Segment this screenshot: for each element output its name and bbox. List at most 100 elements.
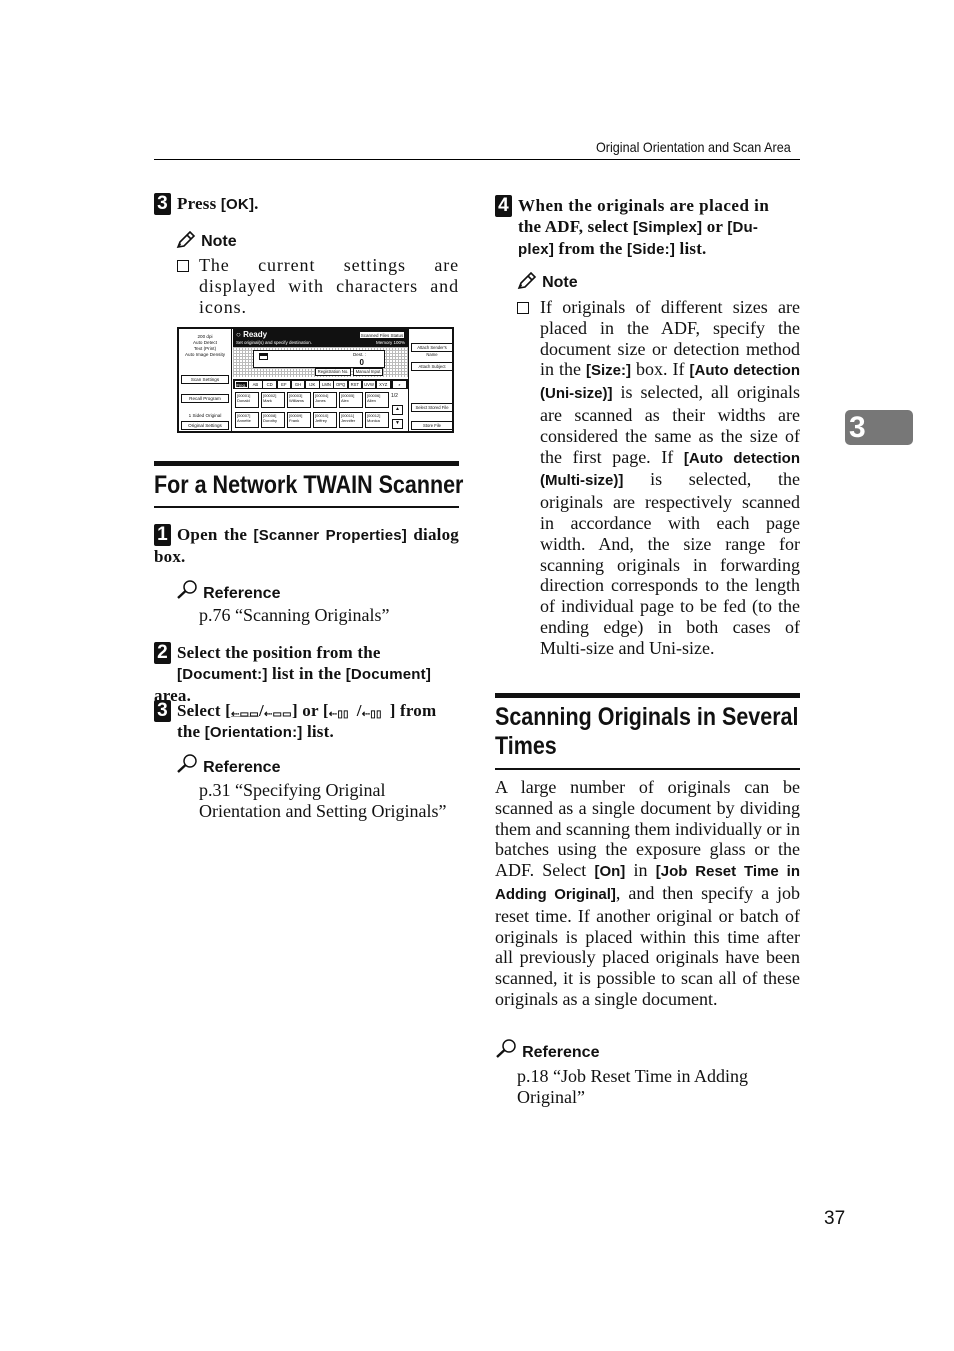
recall-program-button[interactable]: Recall Program [181, 394, 229, 403]
step-select-side: 4 When the originals are placed in the A… [495, 195, 800, 260]
destination-key[interactable]: [00005] Alex [339, 392, 363, 408]
screen-message: Set original(s) and specify destination. [236, 340, 313, 345]
scroll-up-button[interactable]: ▲ [392, 405, 403, 415]
text-run: in [625, 860, 656, 881]
text-run: list in the [267, 664, 346, 683]
magnifier-icon [495, 1039, 517, 1063]
note-heading: Note [517, 271, 578, 294]
destination-key[interactable]: [00007] Annette [235, 412, 259, 428]
registration-no-button[interactable]: Registration No. [315, 368, 351, 376]
simplex-keyword: [Simplex] [632, 219, 703, 236]
reference-heading: Reference [176, 580, 280, 604]
duplex-keyword: plex] [518, 241, 555, 258]
destination-key[interactable]: [00010] Jeffrey [313, 412, 337, 428]
orientation-portrait-icon: ⇠▭▭ [231, 704, 260, 720]
destination-name: Alex [341, 398, 349, 403]
note-label: Note [542, 274, 578, 291]
index-tab[interactable]: LMN [320, 380, 333, 388]
keyword: [On] [594, 863, 626, 881]
index-tab[interactable]: EF [277, 380, 291, 388]
destination-name: Frank [289, 418, 300, 423]
section-rule-top [495, 693, 800, 698]
step-text: list. [302, 722, 334, 741]
destination-name: Dorothy [263, 418, 278, 423]
pencil-icon [517, 271, 537, 294]
reference-label: Reference [203, 759, 281, 776]
destination-name: Jones [315, 398, 326, 403]
destination-key[interactable]: [00006] Allen [365, 392, 389, 408]
page-number: 37 [824, 1208, 846, 1229]
store-file-button[interactable]: Store File [411, 421, 453, 430]
step-text: from the [554, 239, 627, 258]
attach-subject-button[interactable]: Attach Subject [411, 362, 453, 371]
step-text: When the originals are placed in [518, 196, 770, 215]
scan-settings-button[interactable]: Scan Settings [181, 375, 229, 384]
index-tab[interactable]: OPQ [334, 380, 347, 388]
chapter-tab: 3 [845, 410, 913, 445]
step-text: from [395, 701, 437, 720]
memory-indicator: Memory 100% [375, 340, 405, 345]
note-heading: Note [176, 230, 237, 253]
index-tab[interactable]: CD [263, 380, 276, 388]
destination-key[interactable]: [00002] Mark [261, 392, 285, 408]
reference-link[interactable]: p.31 “Specifying Original Orientation an… [199, 780, 457, 822]
keyword: [OK] [220, 196, 255, 213]
destination-name: Mark [263, 398, 272, 403]
step-select-orientation: 3 Select [⇠▭▭/⇠▭▭] or [⇠▯▯/⇠▯▯] from the… [154, 700, 459, 743]
checkbox-icon [177, 260, 189, 272]
step-text: the ADF, select [518, 217, 633, 236]
index-tab[interactable]: UVW [362, 380, 376, 388]
index-tab[interactable]: Freq. [235, 380, 248, 388]
orientation-landscape-icon: ⇠▯▯ [328, 709, 349, 720]
note-text: If originals of different sizes are plac… [540, 297, 800, 659]
attach-sender-button[interactable]: Attach Sender's Name [411, 343, 453, 357]
index-tab[interactable]: RST [348, 380, 362, 388]
step-text: Press [OK]. [177, 194, 259, 213]
reference-link[interactable]: p.76 “Scanning Originals” [199, 605, 389, 626]
reference-label: Reference [203, 585, 281, 602]
step-number: 3 [154, 700, 171, 722]
step-number: 2 [154, 642, 171, 664]
section-rule-bottom [495, 768, 800, 770]
search-destination-icon[interactable]: ⌕ [393, 380, 406, 388]
reference-link[interactable]: p.18 “Job Reset Time in Adding Original” [517, 1066, 800, 1108]
running-header: Original Orientation and Scan Area [596, 139, 791, 155]
manual-input-button[interactable]: Manual Input [353, 368, 383, 376]
orientation-keyword: [Orientation:] [204, 724, 303, 741]
duplex-keyword: [Du- [727, 219, 759, 236]
step-number: 1 [154, 524, 171, 546]
index-tab[interactable]: GH [291, 380, 305, 388]
text-run: Open the [177, 525, 254, 544]
screen-status-bar: ○ Ready Set original(s) and specify dest… [233, 329, 408, 347]
index-tab[interactable]: IJK [306, 380, 319, 388]
note-label: Note [201, 233, 237, 250]
step-open-properties: 1 Open the [Scanner Properties] dialog bo… [154, 524, 459, 567]
section-body: A large number of originals can be scann… [495, 777, 800, 1010]
scanned-files-status-button[interactable]: Scanned Files Status [359, 331, 405, 339]
destination-key[interactable]: [00011] Jennifer [339, 412, 363, 428]
scroll-down-button[interactable]: ▼ [392, 419, 403, 429]
note-item: The current settings are displayed with … [177, 255, 459, 317]
destination-key[interactable]: [00003] Williams [287, 392, 311, 408]
keyword: [Document] [345, 666, 432, 683]
index-tab[interactable]: XYZ [377, 380, 390, 388]
step-select-position: 2 Select the position from the [Document:… [154, 642, 459, 706]
pencil-icon [176, 230, 196, 253]
destination-key[interactable]: [00012] Monica [365, 412, 389, 428]
index-tab[interactable]: AB [249, 380, 262, 388]
destination-key[interactable]: [00001] Donald [235, 392, 259, 408]
select-stored-file-button[interactable]: Select Stored File [411, 403, 453, 412]
dest-label: Dest. : [352, 352, 366, 357]
destination-key[interactable]: [00004] Jones [313, 392, 337, 408]
keyword: [Size:] [586, 362, 631, 380]
destination-key[interactable]: [00009] Frank [287, 412, 311, 428]
text-run: is selected, the originals are respectiv… [540, 469, 800, 658]
destination-name: Annette [237, 418, 251, 423]
destination-key[interactable]: [00008] Dorothy [261, 412, 285, 428]
reference-label: Reference [522, 1044, 600, 1061]
section-title-several-times: Scanning Originals in Several Times [495, 703, 799, 760]
original-settings-button[interactable]: Original Settings [181, 421, 229, 430]
step-number: 3 [154, 193, 171, 215]
step-text: or [702, 217, 728, 236]
step-text: Select [177, 701, 226, 720]
